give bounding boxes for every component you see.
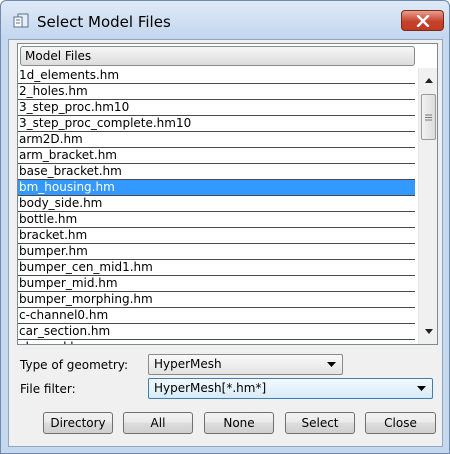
file-filter-value: HyperMesh[*.hm*]	[154, 381, 267, 395]
list-header-model-files[interactable]: Model Files	[20, 46, 415, 66]
list-item[interactable]: bumper_morphing.hm	[18, 292, 415, 308]
list-item[interactable]: channel.hm	[18, 340, 415, 344]
close-icon	[416, 14, 429, 27]
none-button[interactable]: None	[204, 412, 274, 434]
model-files-list[interactable]: Model Files 1d_elements.hm 2_holes.hm 3_st…	[17, 43, 438, 345]
dialog-body: Model Files 1d_elements.hm 2_holes.hm 3_st…	[8, 39, 443, 447]
list-item[interactable]: car_section.hm	[18, 324, 415, 340]
window-close-button[interactable]	[401, 10, 444, 31]
list-item[interactable]: bm_housing.hm	[18, 180, 415, 196]
list-item[interactable]: 3_step_proc.hm10	[18, 100, 415, 116]
list-item[interactable]: bottle.hm	[18, 212, 415, 228]
list-item[interactable]: bumper.hm	[18, 244, 415, 260]
scroll-down-icon	[424, 329, 433, 334]
scroll-thumb[interactable]	[421, 94, 436, 140]
title-bar[interactable]: Select Model Files	[1, 1, 449, 39]
close-button[interactable]: Close	[365, 412, 436, 434]
list-item[interactable]: 1d_elements.hm	[18, 68, 415, 84]
list-item[interactable]: c-channel0.hm	[18, 308, 415, 324]
window-title: Select Model Files	[37, 13, 171, 31]
geometry-type-label: Type of geometry:	[20, 358, 129, 372]
list-item[interactable]: body_side.hm	[18, 196, 415, 212]
list-item[interactable]: 3_step_proc_complete.hm10	[18, 116, 415, 132]
dropdown-arrow-icon	[417, 386, 426, 391]
scroll-down-button[interactable]	[419, 323, 438, 340]
directory-button[interactable]: Directory	[43, 412, 113, 434]
scroll-up-icon	[424, 78, 433, 83]
list-item[interactable]: 2_holes.hm	[18, 84, 415, 100]
grip-icon	[425, 114, 432, 120]
list-item[interactable]: arm2D.hm	[18, 132, 415, 148]
list-item[interactable]: bumper_cen_mid1.hm	[18, 260, 415, 276]
app-icon	[13, 13, 29, 28]
geometry-type-value: HyperMesh	[154, 357, 222, 371]
list-item[interactable]: base_bracket.hm	[18, 164, 415, 180]
file-rows: 1d_elements.hm 2_holes.hm 3_step_proc.hm10…	[18, 68, 415, 344]
select-model-files-dialog: Select Model Files Model Files 1d_elemen…	[0, 0, 450, 454]
select-button[interactable]: Select	[285, 412, 355, 434]
list-item[interactable]: arm_bracket.hm	[18, 148, 415, 164]
vertical-scrollbar[interactable]	[418, 68, 437, 344]
geometry-type-select[interactable]: HyperMesh	[148, 354, 343, 375]
file-filter-select[interactable]: HyperMesh[*.hm*]	[148, 378, 433, 399]
all-button[interactable]: All	[123, 412, 193, 434]
list-item[interactable]: bracket.hm	[18, 228, 415, 244]
scroll-up-button[interactable]	[419, 72, 438, 89]
file-filter-label: File filter:	[20, 382, 76, 396]
list-item[interactable]: bumper_mid.hm	[18, 276, 415, 292]
dropdown-arrow-icon	[327, 362, 336, 367]
